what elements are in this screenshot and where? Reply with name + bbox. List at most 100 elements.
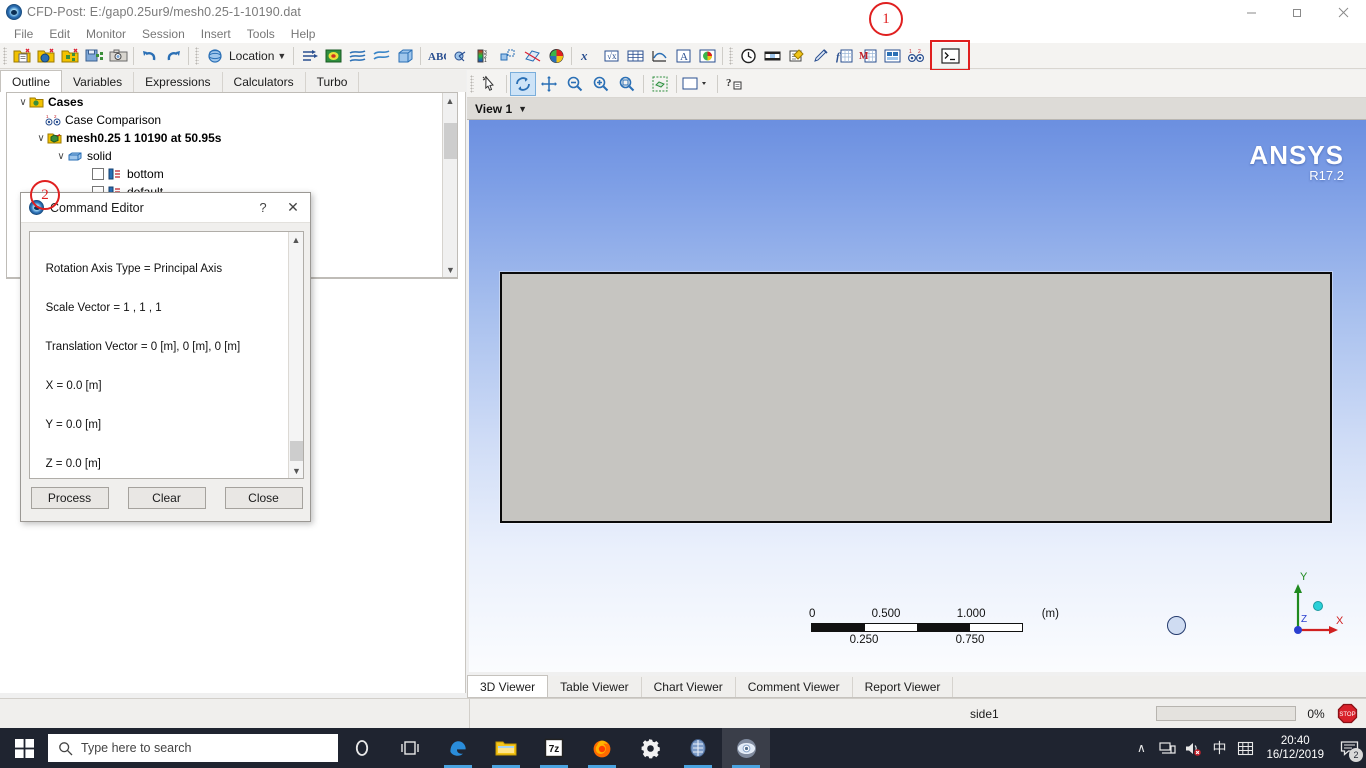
help-icon[interactable]: ? [250,200,276,215]
probe-icon[interactable] [808,45,832,67]
show-hidden-icons-chevron[interactable]: ∧ [1128,728,1154,768]
menu-edit[interactable]: Edit [41,26,78,42]
chevron-down-icon[interactable]: ▼ [518,104,527,114]
command-editor-toolbar-button[interactable] [930,40,971,71]
color-map-icon[interactable] [544,45,568,67]
zoom-in-icon[interactable] [588,72,614,96]
process-button[interactable]: Process [30,487,109,509]
command-text-area[interactable]: Rotation Axis Type = Principal Axis Scal… [29,231,304,479]
file-explorer-icon[interactable] [482,728,530,768]
command-editor-dialog[interactable]: Command Editor ? ✕ Rotation Axis Type = … [20,192,311,522]
tab-comment-viewer[interactable]: Comment Viewer [736,677,853,697]
menu-help[interactable]: Help [283,26,324,42]
vector-icon[interactable] [297,45,321,67]
rotate-icon[interactable] [510,71,536,96]
viewer-help-icon[interactable]: ? [721,72,747,96]
instancing-icon[interactable] [496,45,520,67]
command-scrollbar[interactable]: ▲ ▼ [288,232,303,478]
scroll-down-icon[interactable]: ▼ [443,262,457,277]
tab-outline[interactable]: Outline [0,70,63,92]
toolbar-grip[interactable] [470,74,474,93]
chart-icon[interactable] [647,45,671,67]
7zip-icon[interactable]: 7z [530,728,578,768]
tab-turbo[interactable]: Turbo [305,72,360,92]
app-icon[interactable] [674,728,722,768]
toolbar-grip[interactable] [3,46,7,65]
tab-3d-viewer[interactable]: 3D Viewer [467,675,549,697]
close-dialog-button[interactable]: Close [224,487,303,509]
clip-plane-icon[interactable] [520,45,544,67]
outline-scrollbar[interactable]: ▲ ▼ [442,93,457,277]
volume-icon[interactable] [393,45,417,67]
volume-muted-icon[interactable] [1180,728,1206,768]
case-compare-icon[interactable]: 12 [904,45,928,67]
tree-item-bottom[interactable]: bottom [7,165,457,183]
chevron-down-icon[interactable]: ▼ [277,51,286,61]
streamline-icon[interactable] [345,45,369,67]
tab-chart-viewer[interactable]: Chart Viewer [642,677,736,697]
comment-icon[interactable]: A [671,45,695,67]
macro-calculator-icon[interactable] [784,45,808,67]
notification-center-icon[interactable]: 2 [1332,728,1366,768]
task-view-icon[interactable] [386,728,434,768]
background-color-icon[interactable] [680,72,714,96]
tree-item-case[interactable]: ∨ mesh0.25 1 10190 at 50.95s [7,129,457,147]
network-icon[interactable] [1154,728,1180,768]
ime-chinese-icon[interactable]: 中 [1206,728,1232,768]
minimize-button[interactable] [1228,0,1274,24]
tree-item-solid[interactable]: ∨ solid [7,147,457,165]
macro-icon[interactable] [880,45,904,67]
twisty-icon[interactable]: ∨ [35,133,47,144]
coordinate-frame-icon[interactable] [448,45,472,67]
solid-geometry[interactable] [500,272,1332,523]
cortana-icon[interactable] [338,728,386,768]
contour-icon[interactable] [321,45,345,67]
tab-report-viewer[interactable]: Report Viewer [853,677,954,697]
menu-file[interactable]: File [6,26,41,42]
tree-item-cases[interactable]: ∨ Cases [7,93,457,111]
ime-keyboard-icon[interactable] [1232,728,1258,768]
animation-icon[interactable] [760,45,784,67]
tree-checkbox[interactable] [92,168,104,180]
maximize-button[interactable] [1274,0,1320,24]
scroll-thumb[interactable] [444,123,457,159]
tree-item-case-comparison[interactable]: 12 Case Comparison [7,111,457,129]
table-icon[interactable] [623,45,647,67]
mesh-calculator-icon[interactable]: M [856,45,880,67]
pan-icon[interactable] [536,72,562,96]
menu-session[interactable]: Session [134,26,193,42]
search-input[interactable]: Type here to search [48,734,338,762]
menu-tools[interactable]: Tools [239,26,283,42]
scroll-up-icon[interactable]: ▲ [443,93,457,108]
undo-icon[interactable] [137,45,161,67]
close-icon[interactable]: ✕ [276,199,310,216]
tab-variables[interactable]: Variables [62,72,135,92]
toolbar-grip[interactable] [729,46,734,65]
tab-calculators[interactable]: Calculators [222,72,306,92]
legend-icon[interactable]: 321 [472,45,496,67]
text-icon[interactable]: ABC [424,45,448,67]
report-icon[interactable] [695,45,719,67]
select-pointer-icon[interactable] [477,72,503,96]
cfd-post-icon[interactable] [722,728,770,768]
twisty-icon[interactable]: ∨ [55,151,67,162]
zoom-box-icon[interactable] [614,72,640,96]
load-results-icon[interactable] [34,45,58,67]
fit-view-icon[interactable] [647,72,673,96]
redo-icon[interactable] [161,45,185,67]
menu-monitor[interactable]: Monitor [78,26,134,42]
timestep-icon[interactable] [736,45,760,67]
twisty-icon[interactable]: ∨ [17,97,29,108]
start-button[interactable] [0,728,48,768]
variable-icon[interactable]: x [575,45,599,67]
expression-icon[interactable]: √x [599,45,623,67]
save-state-icon[interactable] [82,45,106,67]
new-case-icon[interactable] [10,45,34,67]
snapshot-icon[interactable] [106,45,130,67]
function-calculator-icon[interactable]: f [832,45,856,67]
scroll-thumb[interactable] [290,441,303,461]
edge-icon[interactable] [434,728,482,768]
location-dropdown[interactable]: Location ▼ [202,45,290,67]
load-state-icon[interactable] [58,45,82,67]
scroll-up-icon[interactable]: ▲ [289,232,303,247]
